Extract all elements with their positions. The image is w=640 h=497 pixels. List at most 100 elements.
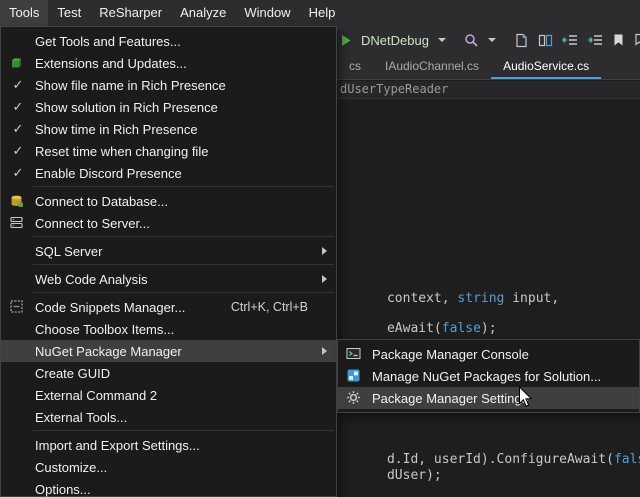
menu-item-package-manager-settings[interactable]: Package Manager Settings (338, 387, 639, 409)
outdent-icon[interactable] (562, 33, 578, 47)
code-token: context, (387, 291, 457, 306)
menu-separator (33, 264, 334, 265)
code-token: eAwait( (387, 321, 442, 336)
menu-item-label: External Tools... (35, 410, 127, 425)
menu-item-show-time-rich-presence[interactable]: ✓ Show time in Rich Presence (1, 118, 336, 140)
console-icon (346, 346, 362, 362)
database-icon (9, 193, 25, 209)
menu-item-external-command-2[interactable]: External Command 2 (1, 384, 336, 406)
submenu-arrow-icon (322, 347, 327, 355)
tab-audioservice[interactable]: AudioService.cs (491, 54, 601, 79)
menu-item-label: Reset time when changing file (35, 144, 208, 159)
menu-item-label: Show file name in Rich Presence (35, 78, 226, 93)
code-token-keyword: false (614, 452, 640, 467)
menu-item-label: Create GUID (35, 366, 110, 381)
menu-item-label: Show solution in Rich Presence (35, 100, 218, 115)
chevron-down-icon[interactable] (488, 38, 496, 42)
code-token-keyword: false (442, 321, 481, 336)
snippets-icon (9, 299, 25, 315)
menu-item-nuget-package-manager[interactable]: NuGet Package Manager (1, 340, 336, 362)
menu-item-sql-server[interactable]: SQL Server (1, 240, 336, 262)
menu-item-label: Web Code Analysis (35, 272, 148, 287)
menu-item-label: Show time in Rich Presence (35, 122, 198, 137)
checkmark-icon: ✓ (7, 121, 29, 137)
mouse-cursor (518, 386, 534, 413)
extensions-icon (9, 55, 25, 71)
tools-menu: Get Tools and Features... Extensions and… (0, 26, 337, 497)
menu-item-manage-nuget-packages-for-solution[interactable]: Manage NuGet Packages for Solution... (338, 365, 639, 387)
menu-item-label: Connect to Server... (35, 216, 150, 231)
menubar-item-analyze[interactable]: Analyze (171, 0, 235, 26)
menu-item-package-manager-console[interactable]: Package Manager Console (338, 343, 639, 365)
nuget-package-manager-submenu: Package Manager Console Manage NuGet Pac… (337, 339, 640, 413)
checkmark-icon: ✓ (7, 99, 29, 115)
submenu-arrow-icon (322, 275, 327, 283)
bookmark-list-icon[interactable] (634, 33, 640, 47)
document-icon[interactable] (514, 33, 529, 48)
menubar-item-tools[interactable]: Tools (0, 0, 48, 26)
menu-item-external-tools[interactable]: External Tools... (1, 406, 336, 428)
menu-bar: Tools Test ReSharper Analyze Window Help (0, 0, 640, 26)
menu-item-label: Connect to Database... (35, 194, 168, 209)
gear-icon (346, 390, 362, 406)
menu-item-label: Manage NuGet Packages for Solution... (372, 369, 601, 384)
menu-item-choose-toolbox-items[interactable]: Choose Toolbox Items... (1, 318, 336, 340)
symbol-name-text: dUserTypeReader (340, 82, 448, 96)
submenu-arrow-icon (322, 247, 327, 255)
play-icon[interactable] (340, 34, 352, 47)
menu-item-label: Code Snippets Manager... (35, 300, 185, 315)
code-token-keyword: string (457, 291, 504, 306)
menu-item-label: Enable Discord Presence (35, 166, 182, 181)
menu-item-customize[interactable]: Customize... (1, 456, 336, 478)
menu-item-label: SQL Server (35, 244, 102, 259)
menu-item-label: Package Manager Settings (372, 391, 528, 406)
checkmark-icon: ✓ (7, 77, 29, 93)
menu-item-get-tools-and-features[interactable]: Get Tools and Features... (1, 30, 336, 52)
menu-item-label: Get Tools and Features... (35, 34, 181, 49)
menubar-item-help[interactable]: Help (300, 0, 345, 26)
code-line: se); (340, 481, 418, 497)
menubar-item-window[interactable]: Window (235, 0, 299, 26)
menu-item-import-and-export-settings[interactable]: Import and Export Settings... (1, 434, 336, 456)
menu-separator (33, 186, 334, 187)
menu-item-code-snippets-manager[interactable]: Code Snippets Manager... Ctrl+K, Ctrl+B (1, 296, 336, 318)
code-token: input, (504, 291, 559, 306)
menu-separator (33, 430, 334, 431)
menu-item-shortcut: Ctrl+K, Ctrl+B (231, 300, 330, 314)
menubar-item-test[interactable]: Test (48, 0, 90, 26)
chevron-down-icon[interactable] (438, 38, 446, 42)
indent-icon[interactable] (587, 33, 603, 47)
checkmark-icon: ✓ (7, 143, 29, 159)
menu-item-label: Options... (35, 482, 91, 497)
visual-studio-window: Tools Test ReSharper Analyze Window Help… (0, 0, 640, 497)
menu-item-label: Import and Export Settings... (35, 438, 200, 453)
packages-icon (346, 368, 362, 384)
menu-item-web-code-analysis[interactable]: Web Code Analysis (1, 268, 336, 290)
menu-item-show-solution-rich-presence[interactable]: ✓ Show solution in Rich Presence (1, 96, 336, 118)
menu-item-extensions-and-updates[interactable]: Extensions and Updates... (1, 52, 336, 74)
menu-item-label: Extensions and Updates... (35, 56, 187, 71)
menu-item-reset-time-when-changing-file[interactable]: ✓ Reset time when changing file (1, 140, 336, 162)
menu-item-label: NuGet Package Manager (35, 344, 182, 359)
menu-separator (33, 292, 334, 293)
menu-item-connect-to-server[interactable]: Connect to Server... (1, 212, 336, 234)
menu-separator (33, 236, 334, 237)
menu-item-create-guid[interactable]: Create GUID (1, 362, 336, 384)
menu-item-options[interactable]: Options... (1, 478, 336, 497)
code-token: ); (481, 321, 497, 336)
bookmark-icon[interactable] (612, 33, 625, 47)
tab-partial[interactable]: cs (337, 54, 373, 79)
debug-target-selector[interactable]: DNetDebug (361, 33, 429, 48)
menu-item-connect-to-database[interactable]: Connect to Database... (1, 190, 336, 212)
menu-item-show-file-name-rich-presence[interactable]: ✓ Show file name in Rich Presence (1, 74, 336, 96)
tab-iaudiochannel[interactable]: IAudioChannel.cs (373, 54, 491, 79)
menu-item-label: Customize... (35, 460, 107, 475)
checkmark-icon: ✓ (7, 165, 29, 181)
menu-item-label: Choose Toolbox Items... (35, 322, 174, 337)
columns-icon[interactable] (538, 33, 553, 48)
menu-item-enable-discord-presence[interactable]: ✓ Enable Discord Presence (1, 162, 336, 184)
menubar-item-resharper[interactable]: ReSharper (90, 0, 171, 26)
menu-item-label: Package Manager Console (372, 347, 529, 362)
search-icon[interactable] (464, 33, 479, 48)
server-icon (9, 215, 25, 231)
